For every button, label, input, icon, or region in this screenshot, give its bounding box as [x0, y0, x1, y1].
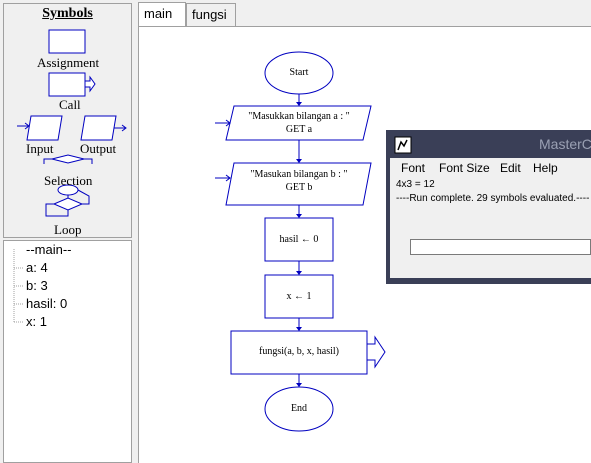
input-a-get: GET a: [285, 124, 313, 135]
var-item[interactable]: hasil: 0: [26, 296, 67, 311]
console-output[interactable]: 4x3 = 12 ----Run complete. 29 symbols ev…: [390, 178, 591, 278]
assign-x-label: x ← 1: [286, 291, 312, 302]
loop-symbol-icon[interactable]: [45, 184, 90, 217]
assignment-symbol-icon[interactable]: [48, 29, 86, 54]
selection-label[interactable]: Selection: [44, 173, 92, 189]
menu-font[interactable]: Font: [401, 161, 425, 175]
tab-fungsi[interactable]: fungsi: [186, 3, 236, 26]
var-item[interactable]: x: 1: [26, 314, 47, 329]
input-symbol-icon[interactable]: [17, 115, 63, 141]
console-line: 4x3 = 12: [396, 179, 435, 190]
call-label[interactable]: Call: [59, 97, 81, 113]
call-symbol-icon[interactable]: [48, 72, 96, 97]
output-label[interactable]: Output: [80, 141, 116, 157]
tab-main[interactable]: main: [138, 2, 186, 27]
var-item[interactable]: a: 4: [26, 260, 48, 275]
var-main-header[interactable]: --main--: [26, 242, 72, 257]
console-input-field[interactable]: [410, 239, 591, 255]
assignment-label[interactable]: Assignment: [37, 55, 99, 71]
input-label[interactable]: Input: [26, 141, 53, 157]
input-b-prompt: "Masukan bilangan b : ": [250, 169, 348, 180]
loop-label[interactable]: Loop: [54, 222, 81, 238]
call-arrow-icon: [366, 335, 386, 369]
input-a-prompt: "Masukkan bilangan a : ": [248, 111, 350, 122]
variables-panel[interactable]: --main-- a: 4 b: 3 hasil: 0 x: 1: [3, 240, 132, 463]
console-line: ----Run complete. 29 symbols evaluated.-…: [396, 193, 590, 204]
assign-hasil-label: hasil ← 0: [279, 234, 319, 245]
output-symbol-icon[interactable]: [80, 115, 127, 141]
menu-help[interactable]: Help: [533, 161, 558, 175]
left-panel: Symbols Assignment Call Input Output Sel…: [0, 0, 133, 463]
console-menubar: Font Font Size Edit Help: [390, 158, 591, 178]
symbols-panel: Symbols Assignment Call Input Output Sel…: [3, 3, 132, 238]
master-console-window[interactable]: MasterConsole Font Font Size Edit Help 4…: [386, 130, 591, 284]
input-arrows: [215, 119, 231, 182]
symbols-svg: [17, 29, 127, 217]
call-label: fungsi(a, b, x, hasil): [259, 346, 339, 357]
input-b-get: GET b: [285, 182, 313, 193]
end-label: End: [290, 403, 308, 414]
var-item[interactable]: b: 3: [26, 278, 48, 293]
menu-font-size[interactable]: Font Size: [439, 161, 490, 175]
console-title: MasterConsole: [539, 136, 591, 152]
menu-edit[interactable]: Edit: [500, 161, 521, 175]
start-label: Start: [289, 67, 309, 78]
